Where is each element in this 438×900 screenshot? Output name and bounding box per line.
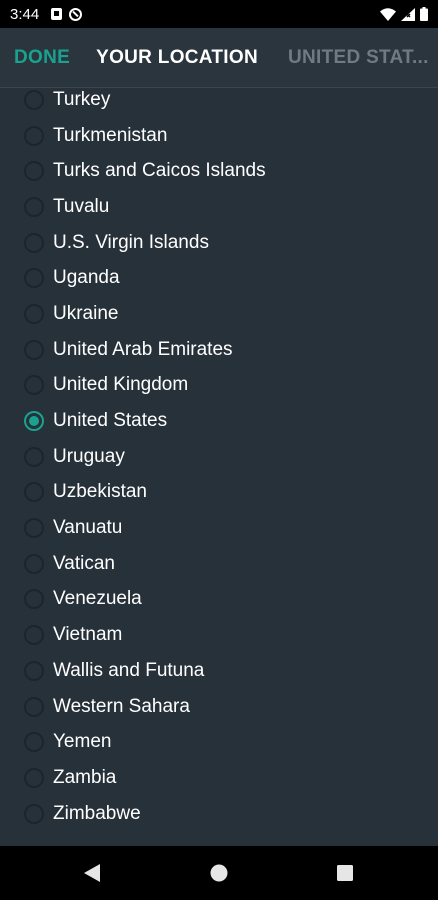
- signal-icon: [401, 7, 415, 21]
- country-item[interactable]: Wallis and Futuna: [0, 653, 438, 689]
- country-item[interactable]: Uzbekistan: [0, 475, 438, 511]
- radio-unselected-icon[interactable]: [24, 196, 44, 217]
- country-label: Western Sahara: [53, 695, 190, 717]
- country-label: Yemen: [53, 731, 112, 753]
- country-item[interactable]: Uganda: [0, 260, 438, 296]
- radio-unselected-icon[interactable]: [24, 767, 44, 788]
- country-label: Turkey: [53, 88, 111, 110]
- country-item[interactable]: U.S. Virgin Islands: [0, 225, 438, 261]
- country-item[interactable]: Turks and Caicos Islands: [0, 153, 438, 189]
- country-item[interactable]: Tuvalu: [0, 189, 438, 225]
- radio-unselected-icon[interactable]: [24, 803, 44, 824]
- country-label: Uganda: [53, 267, 120, 289]
- country-label: Zimbabwe: [53, 802, 141, 824]
- home-icon[interactable]: [210, 864, 228, 882]
- done-button[interactable]: DONE: [14, 47, 70, 69]
- country-label: Wallis and Futuna: [53, 659, 205, 681]
- country-label: Uruguay: [53, 445, 125, 467]
- country-item[interactable]: Uruguay: [0, 439, 438, 475]
- country-item[interactable]: Vatican: [0, 546, 438, 582]
- country-label: Turks and Caicos Islands: [53, 160, 266, 182]
- recents-icon[interactable]: [337, 865, 353, 881]
- country-item[interactable]: Zimbabwe: [0, 796, 438, 832]
- radio-unselected-icon[interactable]: [24, 303, 44, 324]
- country-label: Venezuela: [53, 588, 142, 610]
- navigation-bar: [0, 846, 438, 900]
- sync-circle-icon: [69, 7, 83, 21]
- radio-unselected-icon[interactable]: [24, 161, 44, 182]
- radio-unselected-icon[interactable]: [24, 446, 44, 467]
- country-label: Vanuatu: [53, 517, 123, 539]
- wifi-icon: [380, 7, 396, 21]
- country-label: Vatican: [53, 552, 115, 574]
- app-header: DONE YOUR LOCATION UNITED STAT...: [0, 28, 438, 88]
- country-label: United Kingdom: [53, 374, 189, 396]
- page-title: YOUR LOCATION: [96, 46, 258, 68]
- radio-unselected-icon[interactable]: [24, 553, 44, 574]
- radio-unselected-icon[interactable]: [24, 375, 44, 396]
- country-label: Zambia: [53, 766, 117, 788]
- radio-unselected-icon[interactable]: [24, 696, 44, 717]
- country-item[interactable]: Yemen: [0, 724, 438, 760]
- country-list-container[interactable]: Turkey Turkmenistan Turks and Caicos Islan…: [0, 88, 438, 846]
- country-label: United Arab Emirates: [53, 338, 233, 360]
- country-label: Vietnam: [53, 624, 123, 646]
- country-item[interactable]: Vietnam: [0, 617, 438, 653]
- country-item[interactable]: Turkmenistan: [0, 118, 438, 154]
- country-item[interactable]: Western Sahara: [0, 689, 438, 725]
- country-item[interactable]: Vanuatu: [0, 510, 438, 546]
- country-label: Tuvalu: [53, 195, 110, 217]
- country-item[interactable]: Venezuela: [0, 582, 438, 618]
- back-icon[interactable]: [84, 864, 100, 882]
- status-system-icons: [380, 7, 428, 21]
- radio-unselected-icon[interactable]: [24, 339, 44, 360]
- country-list: Turkey Turkmenistan Turks and Caicos Islan…: [0, 88, 438, 831]
- country-item[interactable]: Zambia: [0, 760, 438, 796]
- radio-unselected-icon[interactable]: [24, 232, 44, 253]
- country-label: U.S. Virgin Islands: [53, 231, 209, 253]
- notification-square-icon: [51, 8, 63, 20]
- status-notification-icons: [51, 7, 83, 21]
- radio-unselected-icon[interactable]: [24, 732, 44, 753]
- radio-unselected-icon[interactable]: [24, 660, 44, 681]
- country-label: Turkmenistan: [53, 124, 168, 146]
- radio-unselected-icon[interactable]: [24, 268, 44, 289]
- country-label: United States: [53, 410, 168, 432]
- status-bar: 3:44: [0, 0, 438, 28]
- battery-icon: [420, 7, 428, 21]
- country-item[interactable]: Ukraine: [0, 296, 438, 332]
- selected-country-label: UNITED STAT...: [287, 46, 429, 68]
- radio-unselected-icon[interactable]: [24, 589, 44, 610]
- radio-unselected-icon[interactable]: [24, 89, 44, 110]
- status-time: 3:44: [10, 5, 40, 23]
- country-item[interactable]: United Kingdom: [0, 368, 438, 404]
- country-label: Uzbekistan: [53, 481, 147, 503]
- country-label: Ukraine: [53, 302, 119, 324]
- radio-unselected-icon[interactable]: [24, 125, 44, 146]
- radio-selected-icon[interactable]: [24, 411, 44, 432]
- radio-unselected-icon[interactable]: [24, 625, 44, 646]
- country-item[interactable]: United States: [0, 403, 438, 439]
- country-item[interactable]: United Arab Emirates: [0, 332, 438, 368]
- radio-unselected-icon[interactable]: [24, 518, 44, 539]
- radio-unselected-icon[interactable]: [24, 482, 44, 503]
- country-item[interactable]: Turkey: [0, 88, 438, 118]
